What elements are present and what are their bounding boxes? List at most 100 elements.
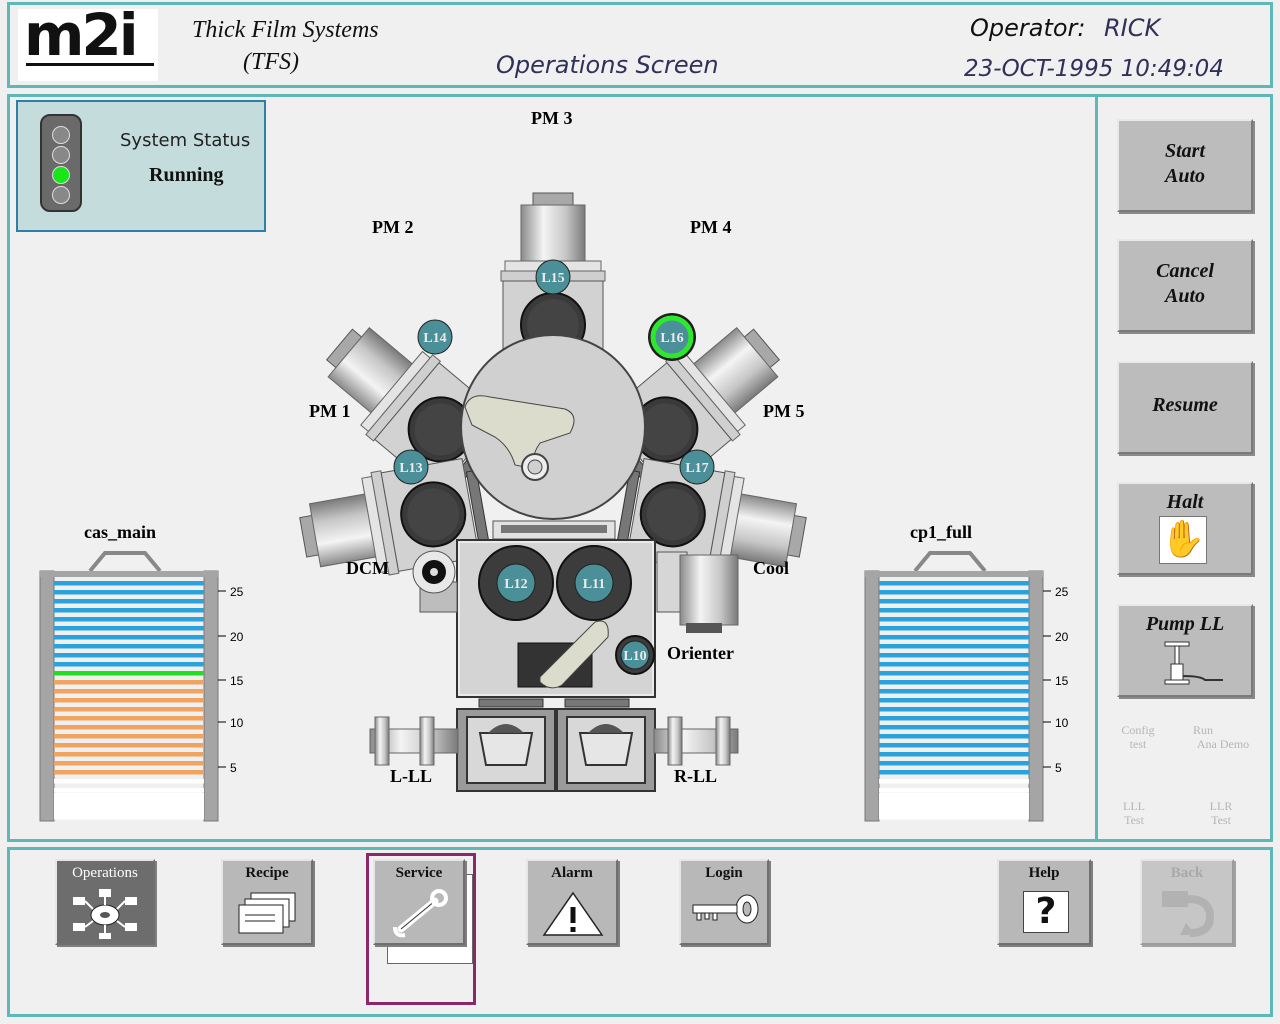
cassette-left-slot <box>54 644 204 649</box>
cassette-right-slot <box>879 770 1029 775</box>
cassette-right-slot <box>879 788 1029 793</box>
cassette-right-empty-area <box>879 793 1029 815</box>
cassette-left-slot <box>54 653 204 658</box>
nav-recipe-button[interactable]: Recipe <box>221 859 313 945</box>
cassette-left-name: cas_main <box>84 522 156 542</box>
product-abbrev: (TFS) <box>243 49 299 75</box>
cassette-left-slot <box>54 680 204 685</box>
cassette-left-slot <box>54 788 204 793</box>
wrench-icon <box>393 889 448 938</box>
config-test-link[interactable]: Config test <box>1118 723 1158 751</box>
cassette-right[interactable]: 25 20 15 10 5 <box>855 549 1085 823</box>
back-arrow-icon <box>1162 891 1215 937</box>
cassette-left-slot <box>54 617 204 622</box>
header-bar: m2i Thick Film Systems (TFS) Operations … <box>7 1 1273 88</box>
nav-alarm-button[interactable]: Alarm <box>526 859 618 945</box>
svg-text:10: 10 <box>1055 716 1069 730</box>
cassette-right-slot <box>879 581 1029 586</box>
datetime: 23-OCT-1995 10:49:04 <box>964 56 1224 82</box>
cassette-left-slot <box>54 707 204 712</box>
cassette-right-slot <box>879 716 1029 721</box>
cassette-left-slot <box>54 581 204 586</box>
run-ana-demo-link[interactable]: Run Ana Demo <box>1188 723 1258 751</box>
cassette-left-slot <box>54 752 204 757</box>
nav-back-button[interactable]: Back <box>1140 859 1234 945</box>
lll-label: L-LL <box>390 766 433 786</box>
nav-bar: Operations Recipe Service Alarm Login He… <box>7 847 1273 1017</box>
cassette-left[interactable]: 25 20 15 10 5 <box>30 549 260 823</box>
svg-text:L16: L16 <box>660 331 683 346</box>
cassette-left-slot <box>54 743 204 748</box>
cassette-left-slot <box>54 797 204 802</box>
start-auto-button[interactable]: Start Auto <box>1117 119 1253 212</box>
resume-button[interactable]: Resume <box>1117 361 1253 454</box>
svg-text:25: 25 <box>230 585 244 599</box>
cassette-left-slot <box>54 779 204 784</box>
cassette-left-slot <box>54 725 204 730</box>
pump-icon <box>1164 641 1223 685</box>
svg-text:20: 20 <box>230 630 244 644</box>
cassette-left-empty-area <box>54 793 204 815</box>
folders-icon <box>238 892 296 934</box>
cassette-right-slot <box>879 617 1029 622</box>
cassette-right-slot <box>879 761 1029 766</box>
cassette-left-slot <box>54 671 204 676</box>
cancel-auto-button[interactable]: Cancel Auto <box>1117 239 1253 332</box>
m2i-logo: m2i <box>18 1 158 81</box>
svg-text:L11: L11 <box>583 577 606 592</box>
cassette-right-slot <box>879 725 1029 730</box>
nav-operations-button[interactable]: Operations <box>55 859 155 945</box>
operations-icon <box>73 889 137 939</box>
lll-test-link[interactable]: LLL Test <box>1116 799 1152 827</box>
halt-button[interactable]: Halt ✋ <box>1117 482 1253 575</box>
pm1-label: PM 1 <box>309 401 351 421</box>
cassette-right-slot <box>879 698 1029 703</box>
svg-text:15: 15 <box>230 674 244 688</box>
cassette-right-slot <box>879 662 1029 667</box>
main-panel: System Status Running L15 L14 L16 L13 L1… <box>7 94 1273 842</box>
hand-icon: ✋ <box>1159 516 1207 564</box>
cassette-left-slot <box>54 599 204 604</box>
cassette-right-slot <box>879 806 1029 811</box>
cassette-right-slot <box>879 680 1029 685</box>
cassette-left-slot <box>54 635 204 640</box>
operator-label: Operator: <box>970 14 1086 42</box>
nav-login-button[interactable]: Login <box>679 859 769 945</box>
cool-label: Cool <box>753 558 789 578</box>
nav-service-button[interactable]: Service <box>373 859 465 945</box>
cassette-right-slot <box>879 734 1029 739</box>
cassette-right-slot <box>879 671 1029 676</box>
cassette-right-slot <box>879 626 1029 631</box>
cassette-left-slot <box>54 734 204 739</box>
pm2-label: PM 2 <box>372 217 414 237</box>
svg-text:10: 10 <box>230 716 244 730</box>
cassette-left-slot <box>54 608 204 613</box>
cassette-right-slot <box>879 815 1029 820</box>
pm5-label: PM 5 <box>763 401 805 421</box>
cool-module <box>656 551 739 633</box>
warning-icon <box>542 891 604 936</box>
cassette-right-slot <box>879 644 1029 649</box>
svg-text:5: 5 <box>1055 761 1062 775</box>
nav-help-button[interactable]: Help ? <box>997 859 1091 945</box>
cassette-right-slot <box>879 797 1029 802</box>
llr-test-link[interactable]: LLR Test <box>1202 799 1240 827</box>
svg-text:L13: L13 <box>399 461 422 476</box>
cassette-right-slot <box>879 608 1029 613</box>
cassette-right-name: cp1_full <box>910 522 973 542</box>
svg-text:15: 15 <box>1055 674 1069 688</box>
cassette-left-slot <box>54 590 204 595</box>
cassette-left-slot <box>54 770 204 775</box>
pm3-label: PM 3 <box>531 108 573 128</box>
cassette-right-slot <box>879 653 1029 658</box>
pump-ll-button[interactable]: Pump LL <box>1117 604 1253 697</box>
svg-text:20: 20 <box>1055 630 1069 644</box>
cassette-right-slot <box>879 743 1029 748</box>
svg-text:25: 25 <box>1055 585 1069 599</box>
cassette-left-slot <box>54 716 204 721</box>
cassette-left-slot <box>54 698 204 703</box>
svg-text:L17: L17 <box>685 461 708 476</box>
screen-title: Operations Screen <box>496 51 719 79</box>
question-mark-icon: ? <box>1023 891 1069 933</box>
cassette-right-slot <box>879 599 1029 604</box>
